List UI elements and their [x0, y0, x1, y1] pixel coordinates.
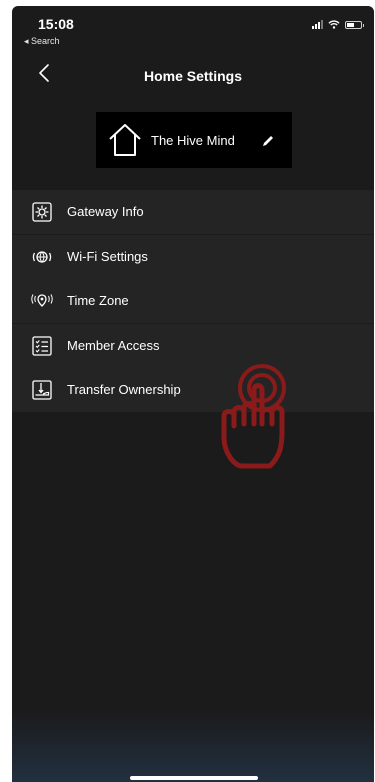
menu-item-transfer-ownership[interactable]: Transfer Ownership [12, 368, 374, 412]
wifi-icon [328, 20, 340, 29]
back-to-app-link[interactable]: ◂ Search [24, 36, 60, 47]
menu-item-label: Gateway Info [67, 204, 144, 219]
menu-item-gateway-info[interactable]: Gateway Info [12, 190, 374, 234]
gear-square-icon [32, 202, 52, 222]
menu-item-wifi-settings[interactable]: Wi-Fi Settings [12, 234, 374, 279]
menu-item-label: Wi-Fi Settings [67, 248, 148, 264]
menu-item-member-access[interactable]: Member Access [12, 323, 374, 368]
home-name-card[interactable]: The Hive Mind [96, 112, 292, 168]
home-name: The Hive Mind [151, 133, 235, 148]
location-signal-icon [31, 294, 53, 307]
globe-signal-icon [32, 250, 52, 263]
tap-gesture-icon [221, 364, 286, 469]
home-indicator[interactable] [130, 776, 258, 780]
status-icons [312, 20, 364, 29]
menu-item-label: Time Zone [67, 293, 129, 308]
settings-menu: Gateway Info Wi-Fi Settings Time Zone Me… [12, 190, 374, 413]
hand-transfer-icon [32, 380, 52, 400]
menu-item-time-zone[interactable]: Time Zone [12, 279, 374, 323]
app-screen: 15:08 ◂ Search Home Settings The Hive Mi… [12, 6, 374, 782]
pencil-icon[interactable] [261, 134, 275, 148]
battery-icon [345, 20, 364, 29]
cellular-signal-icon [312, 20, 323, 29]
bottom-gradient [12, 712, 374, 782]
status-time: 15:08 [38, 16, 74, 32]
menu-item-label: Member Access [67, 337, 160, 353]
menu-item-label: Transfer Ownership [67, 382, 181, 397]
checklist-icon [32, 335, 52, 356]
house-outline-icon [109, 124, 141, 156]
page-title: Home Settings [143, 68, 242, 84]
